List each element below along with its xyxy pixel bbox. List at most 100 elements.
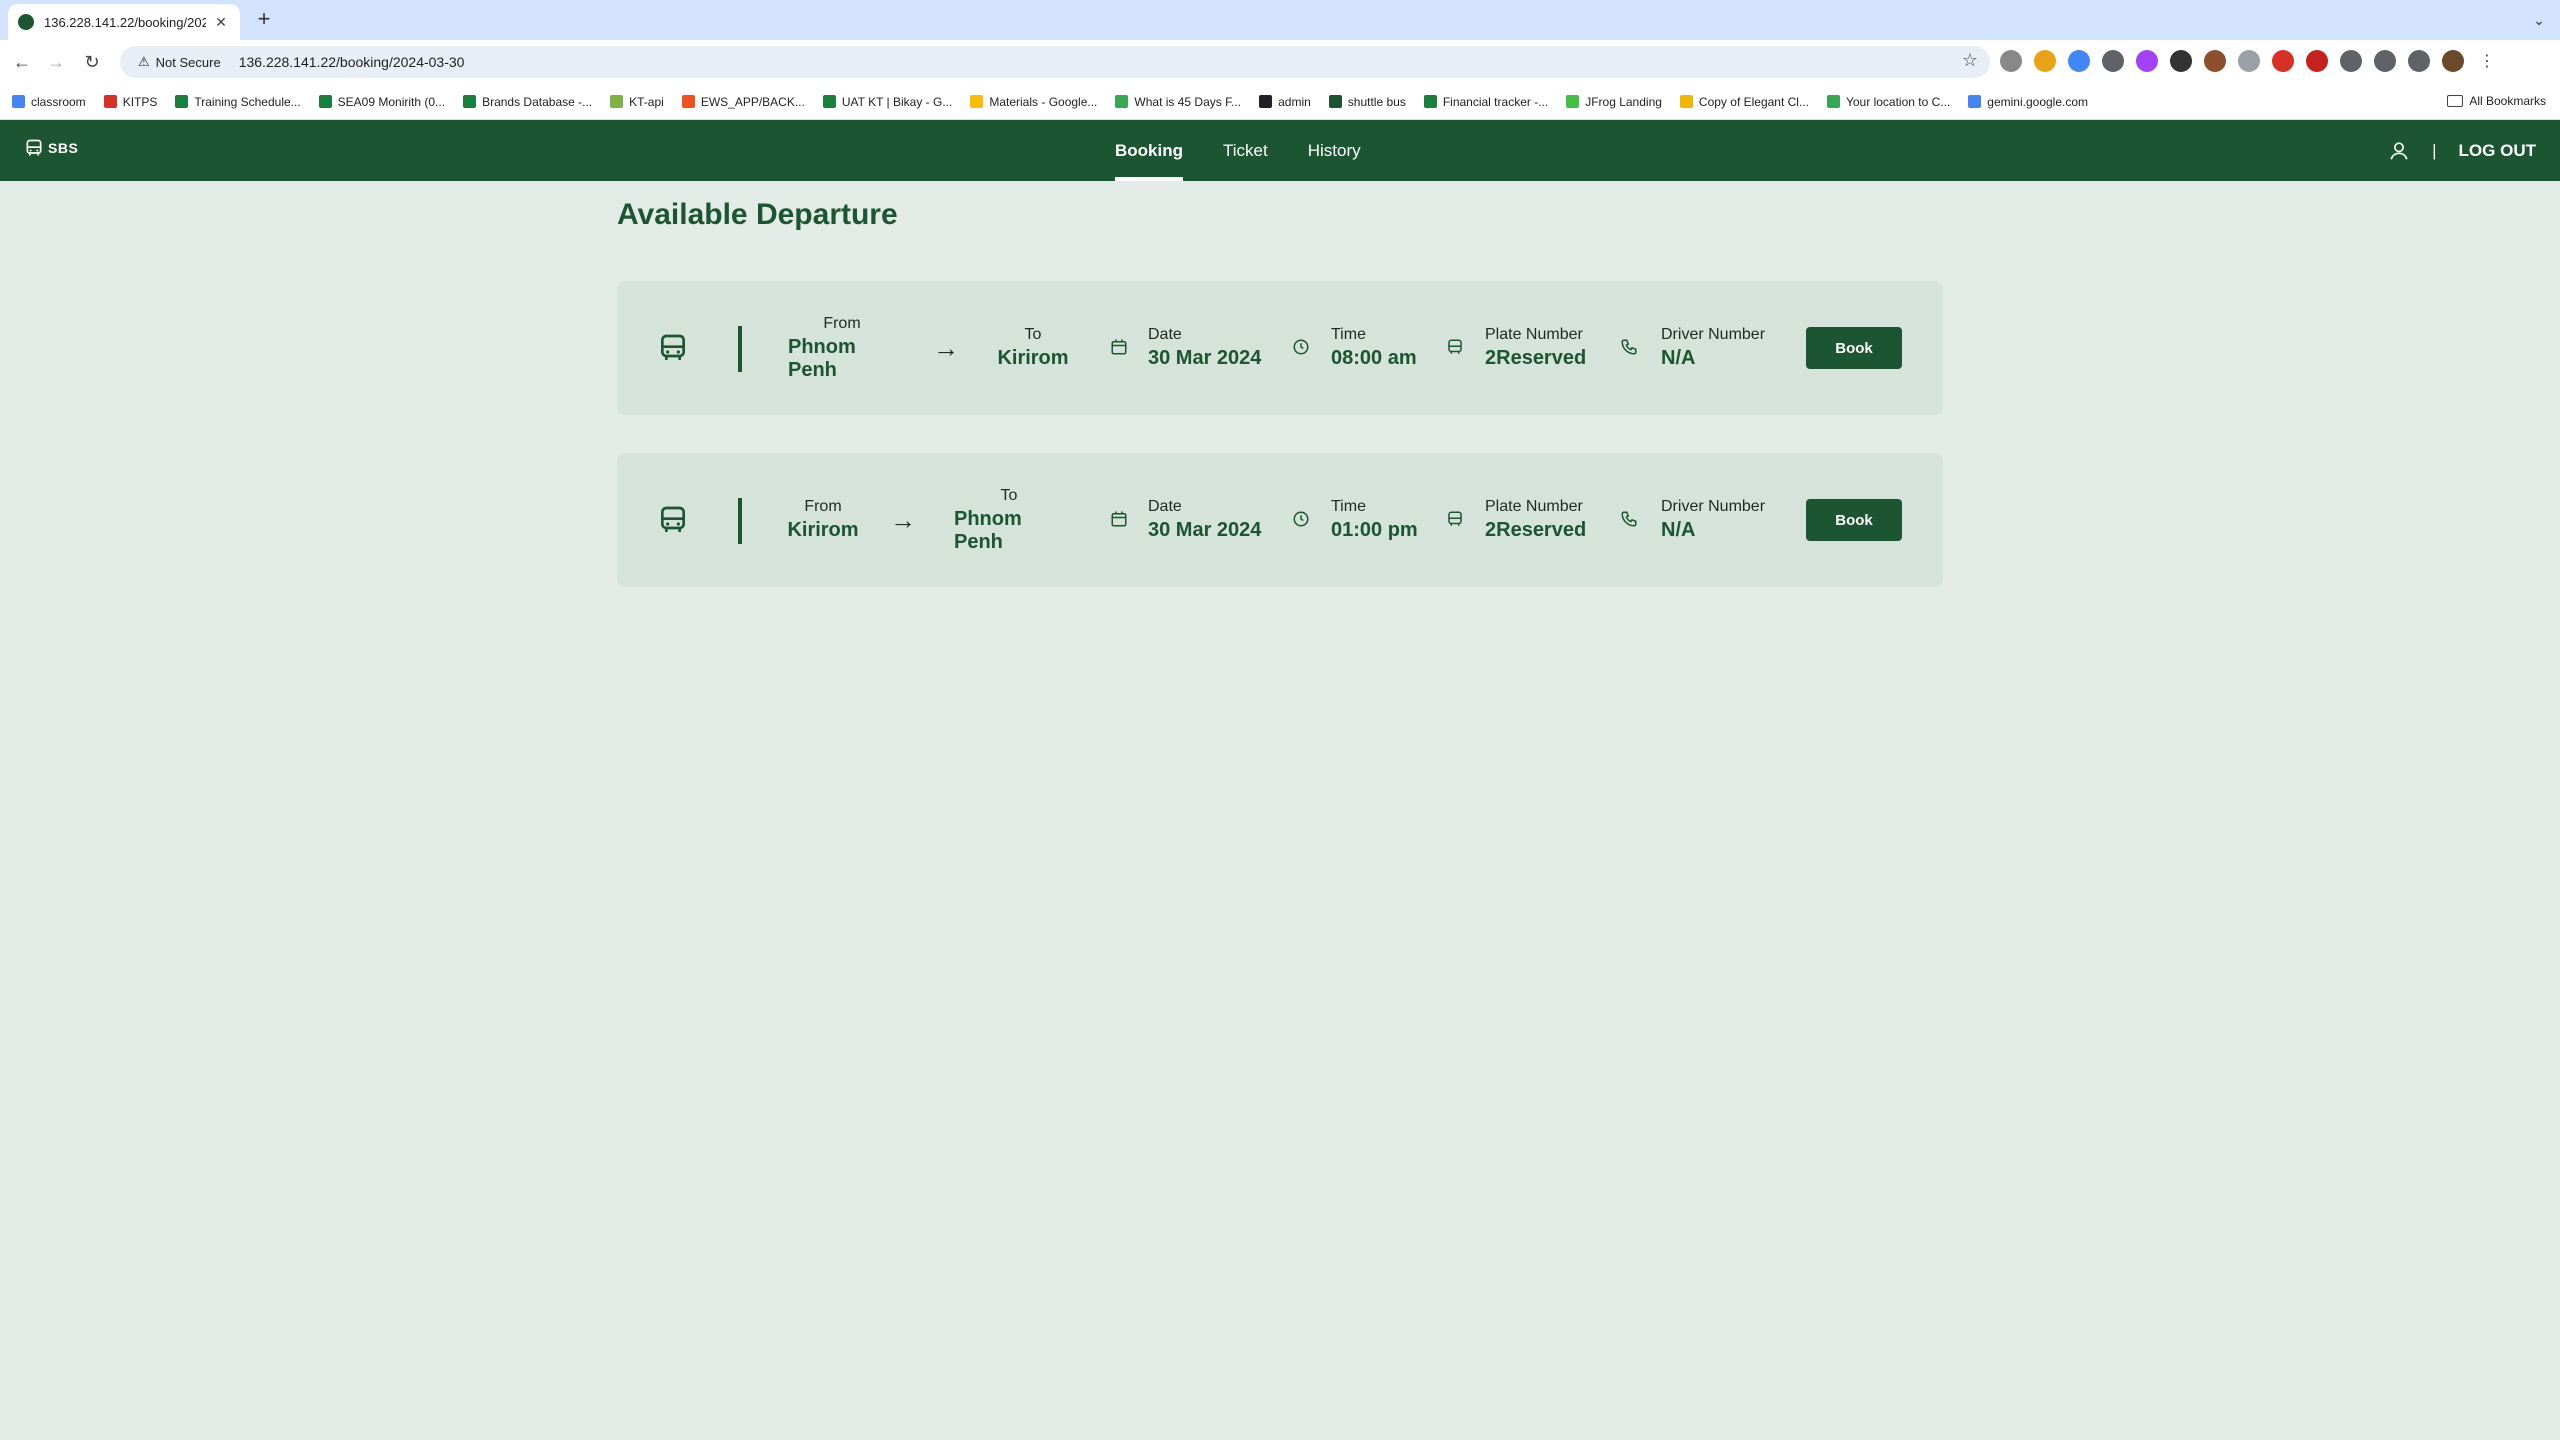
- close-tab-icon[interactable]: ✕: [212, 13, 230, 31]
- reload-button[interactable]: ↻: [80, 50, 104, 74]
- page-title: Available Departure: [617, 198, 898, 231]
- new-tab-button[interactable]: +: [252, 8, 276, 32]
- bookmark-item[interactable]: shuttle bus: [1328, 94, 1406, 109]
- nav-ticket[interactable]: Ticket: [1223, 120, 1268, 181]
- clock-icon: [1293, 339, 1309, 355]
- extension-icon[interactable]: [2204, 50, 2226, 72]
- bookmark-label: What is 45 Days F...: [1134, 94, 1242, 109]
- bookmark-favicon-icon: [1566, 95, 1580, 108]
- arrow-right-icon: →: [933, 333, 959, 363]
- app-header: SBS Booking Ticket History | LOG OUT: [0, 120, 2560, 181]
- bookmark-item[interactable]: Materials - Google...: [970, 95, 1097, 109]
- bookmark-item[interactable]: KITPS: [103, 95, 157, 109]
- bookmark-item[interactable]: Training Schedule...: [175, 95, 301, 109]
- driver-label: Driver Number: [1661, 326, 1766, 343]
- bookmark-item[interactable]: Brands Database -...: [463, 95, 592, 109]
- profile-avatar[interactable]: [2442, 50, 2464, 72]
- bookmark-item[interactable]: Your location to C...: [1826, 95, 1950, 109]
- date-value: 30 Mar 2024: [1148, 347, 1262, 369]
- extension-icon[interactable]: [2034, 50, 2056, 72]
- bookmark-item[interactable]: JFrog Landing: [1566, 95, 1662, 109]
- bookmark-favicon-icon: [1259, 95, 1273, 108]
- bus-logo-icon: [26, 139, 42, 156]
- app-logo[interactable]: SBS: [24, 138, 78, 158]
- card-divider: [738, 498, 742, 544]
- security-indicator[interactable]: ⚠ Not Secure: [128, 50, 231, 74]
- book-button[interactable]: Book: [1806, 327, 1902, 369]
- date-label: Date: [1148, 498, 1182, 515]
- time-value: 08:00 am: [1331, 347, 1417, 369]
- book-button[interactable]: Book: [1806, 499, 1902, 541]
- extension-icon[interactable]: [2306, 50, 2328, 72]
- departure-card: From Phnom Penh → To Kirirom Date 30 Mar…: [617, 281, 1943, 415]
- forward-button[interactable]: →: [44, 50, 68, 74]
- date-field: Date 30 Mar 2024: [1148, 281, 1261, 415]
- bookmark-item[interactable]: Copy of Elegant Cl...: [1679, 94, 1809, 109]
- driver-value: N/A: [1661, 519, 1696, 541]
- bookmark-label: shuttle bus: [1347, 94, 1406, 109]
- bookmark-item[interactable]: What is 45 Days F...: [1115, 95, 1241, 109]
- plate-field: Plate Number 2Reserved: [1485, 453, 1586, 587]
- plate-field: Plate Number 2Reserved: [1485, 281, 1586, 415]
- extension-icon[interactable]: [2238, 50, 2260, 72]
- bookmark-item[interactable]: EWS_APP/BACK...: [681, 94, 805, 109]
- driver-field: Driver Number N/A: [1661, 453, 1765, 587]
- media-controls-icon[interactable]: [2374, 50, 2396, 72]
- phone-icon: [1621, 511, 1637, 527]
- bookmark-label: Financial tracker -...: [1442, 94, 1549, 109]
- to-value: Kirirom: [997, 347, 1069, 369]
- nav-booking[interactable]: Booking: [1115, 120, 1183, 181]
- url-text[interactable]: 136.228.141.22/booking/2024-03-30: [239, 54, 465, 70]
- bookmark-favicon-icon: [1328, 95, 1342, 108]
- to-label: To: [1024, 326, 1042, 343]
- user-profile-icon[interactable]: [2388, 140, 2410, 162]
- from-field: From Kirirom: [787, 453, 859, 587]
- extension-icon[interactable]: [2136, 50, 2158, 72]
- bus-icon: [661, 334, 685, 360]
- from-label: From: [804, 498, 842, 515]
- tab-search-button[interactable]: ⌄: [2528, 9, 2550, 31]
- extension-icon[interactable]: [2102, 50, 2124, 72]
- bookmark-favicon-icon: [175, 95, 189, 108]
- time-field: Time 08:00 am: [1331, 281, 1417, 415]
- browser-toolbar: ← → ↻ ⚠ Not Secure 136.228.141.22/bookin…: [0, 40, 2560, 84]
- browser-tab[interactable]: 136.228.141.22/booking/2024-03-30 ✕: [8, 4, 240, 40]
- bookmark-item[interactable]: Financial tracker -...: [1423, 94, 1549, 109]
- bookmark-star-icon[interactable]: ☆: [1962, 50, 1978, 71]
- bookmark-label: EWS_APP/BACK...: [700, 94, 805, 109]
- bus-small-icon: [1448, 339, 1462, 354]
- all-bookmarks-button[interactable]: All Bookmarks: [2447, 94, 2546, 108]
- bookmark-label: KT-api: [629, 94, 664, 109]
- bookmark-item[interactable]: gemini.google.com: [1968, 95, 2088, 109]
- from-value: Kirirom: [787, 519, 859, 541]
- bookmark-item[interactable]: classroom: [12, 95, 86, 109]
- bookmark-favicon-icon: [822, 95, 836, 108]
- side-panel-icon[interactable]: [2408, 50, 2430, 72]
- driver-field: Driver Number N/A: [1661, 281, 1765, 415]
- bookmark-favicon-icon: [1968, 95, 1982, 108]
- extensions-puzzle-icon[interactable]: [2340, 50, 2362, 72]
- tab-title: 136.228.141.22/booking/2024-03-30: [44, 14, 206, 30]
- date-label: Date: [1148, 326, 1182, 343]
- time-value: 01:00 pm: [1331, 519, 1418, 541]
- bookmark-item[interactable]: KT-api: [610, 95, 664, 109]
- browser-menu-icon[interactable]: ⋮: [2476, 50, 2498, 72]
- bookmark-favicon-icon: [1679, 95, 1693, 108]
- bookmark-item[interactable]: SEA09 Monirith (0...: [318, 95, 445, 109]
- extension-icon[interactable]: [2000, 50, 2022, 72]
- extension-icon[interactable]: [2272, 50, 2294, 72]
- bookmark-item[interactable]: UAT KT | Bikay - G...: [822, 95, 952, 109]
- site-favicon-icon: [18, 14, 34, 30]
- address-bar[interactable]: ⚠ Not Secure 136.228.141.22/booking/2024…: [120, 46, 1990, 78]
- nav-history[interactable]: History: [1308, 120, 1361, 181]
- extension-icon[interactable]: [2170, 50, 2192, 72]
- calendar-icon: [1111, 511, 1127, 527]
- bookmark-label: Copy of Elegant Cl...: [1698, 94, 1809, 109]
- back-button[interactable]: ←: [10, 50, 34, 74]
- time-label: Time: [1331, 326, 1366, 343]
- date-field: Date 30 Mar 2024: [1148, 453, 1261, 587]
- translate-extension-icon[interactable]: [2068, 50, 2090, 72]
- logout-button[interactable]: LOG OUT: [2459, 141, 2536, 161]
- card-divider: [738, 326, 742, 372]
- bookmark-item[interactable]: admin: [1259, 95, 1311, 109]
